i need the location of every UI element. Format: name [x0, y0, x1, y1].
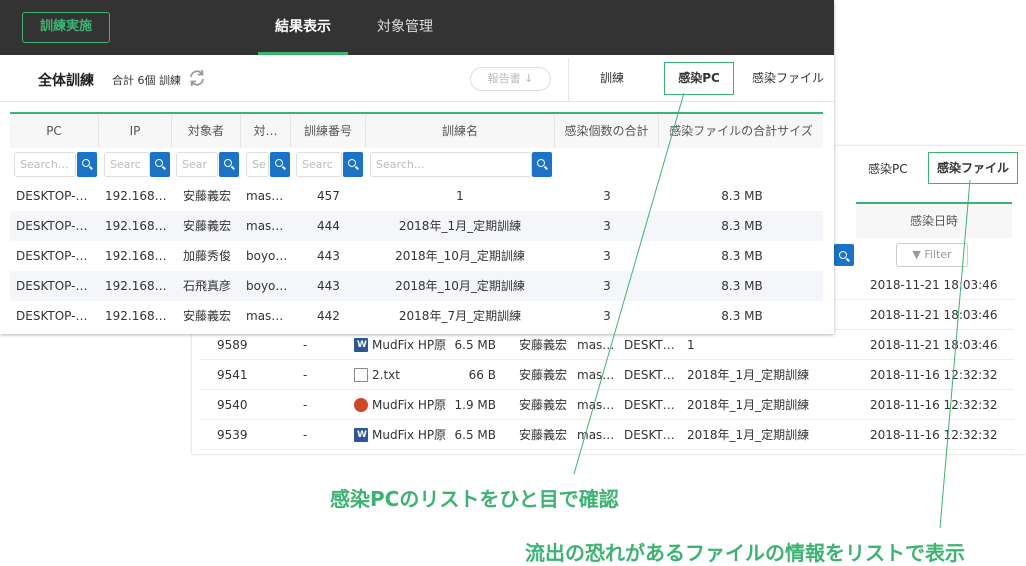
callout-line	[573, 92, 685, 475]
callout-lines	[573, 92, 971, 529]
callout-text: 流出の恐れがあるファイルの情報をリストで表示	[525, 541, 965, 565]
callout-line	[939, 179, 971, 529]
callout-text: 感染PCのリストをひと目で確認	[330, 487, 619, 511]
